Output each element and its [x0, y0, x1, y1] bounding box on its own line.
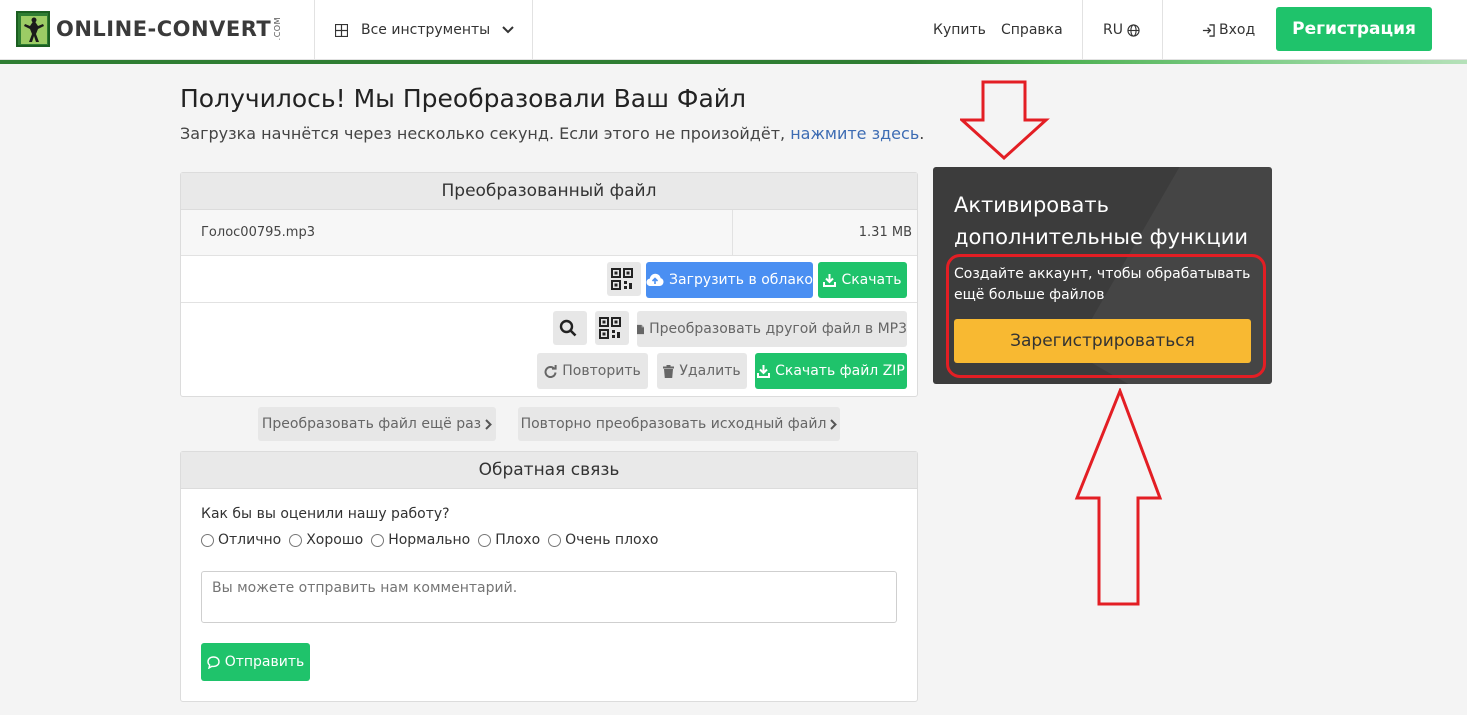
header-divider	[532, 0, 533, 60]
qr-code-icon	[610, 268, 633, 290]
header-divider	[314, 0, 315, 60]
rating-option-excellent[interactable]: Отлично	[201, 532, 281, 548]
rating-option-label: Нормально	[388, 532, 471, 548]
row-divider	[181, 302, 917, 303]
annotation-down-arrow-icon	[960, 80, 1050, 161]
redo-icon	[544, 364, 557, 378]
rating-option-label: Плохо	[495, 532, 541, 548]
converted-file-heading: Преобразованный файл	[181, 173, 917, 210]
nav-help-link[interactable]: Справка	[1001, 0, 1063, 60]
register-button[interactable]: Регистрация	[1276, 7, 1432, 51]
radio-button[interactable]	[548, 533, 562, 547]
send-feedback-label: Отправить	[224, 654, 305, 670]
header-divider	[1162, 0, 1163, 60]
page-title: Получилось! Мы Преобразовали Ваш Файл	[180, 84, 746, 113]
qr-code-icon	[598, 317, 621, 339]
manual-download-link[interactable]: нажмите здесь	[790, 124, 919, 143]
file-icon	[637, 324, 645, 334]
file-name: Голос00795.mp3	[201, 225, 315, 240]
trash-icon	[663, 364, 675, 378]
rating-option-very-bad[interactable]: Очень плохо	[548, 532, 658, 548]
feedback-heading: Обратная связь	[181, 452, 917, 489]
logo-mark-icon	[16, 11, 50, 47]
send-feedback-button[interactable]: Отправить	[201, 643, 310, 681]
convert-again-label: Преобразовать файл ещё раз	[261, 416, 482, 432]
reconvert-source-link[interactable]: Повторно преобразовать исходный файл	[518, 407, 840, 441]
rating-option-normal[interactable]: Нормально	[371, 532, 470, 548]
qr-code-button[interactable]	[607, 262, 641, 296]
header-accent-strip	[0, 60, 1467, 64]
all-tools-dropdown[interactable]: Все инструменты	[335, 0, 514, 60]
rating-option-label: Отлично	[218, 532, 282, 548]
delete-button[interactable]: Удалить	[657, 353, 747, 389]
file-row: Голос00795.mp3 1.31 MB	[181, 210, 917, 256]
download-button[interactable]: Скачать	[818, 262, 907, 298]
promo-register-button[interactable]: Зарегистрироваться	[954, 319, 1251, 363]
download-icon	[823, 274, 837, 287]
rating-option-bad[interactable]: Плохо	[478, 532, 540, 548]
retry-label: Повторить	[562, 363, 641, 379]
converted-file-panel: Преобразованный файл Голос00795.mp3 1.31…	[180, 172, 918, 397]
login-icon	[1202, 23, 1215, 37]
rating-option-label: Хорошо	[306, 532, 364, 548]
comment-icon	[207, 655, 220, 669]
comment-textarea[interactable]	[201, 571, 897, 623]
file-size: 1.31 MB	[858, 225, 912, 240]
feedback-panel: Обратная связь Как бы вы оценили нашу ра…	[180, 451, 918, 702]
reconvert-source-label: Повторно преобразовать исходный файл	[520, 416, 827, 432]
upload-to-cloud-button[interactable]: Загрузить в облако	[646, 262, 813, 298]
qr-code-button[interactable]	[595, 311, 629, 345]
grid-icon	[335, 23, 348, 37]
delete-label: Удалить	[679, 363, 741, 379]
site-logo[interactable]: ONLINE-CONVERT .COM	[16, 11, 282, 47]
retry-button[interactable]: Повторить	[537, 353, 648, 389]
annotation-up-arrow-icon	[1074, 388, 1163, 606]
promo-title: Активировать дополнительные функции	[954, 193, 1248, 249]
download-label: Скачать	[841, 272, 902, 288]
rating-option-label: Очень плохо	[565, 532, 659, 548]
column-divider	[732, 210, 733, 256]
header-divider	[1082, 0, 1083, 60]
rating-question: Как бы вы оценили нашу работу?	[201, 506, 450, 522]
download-notice-end: .	[919, 124, 925, 143]
login-link[interactable]: Вход	[1202, 0, 1255, 60]
all-tools-label: Все инструменты	[361, 22, 491, 38]
chevron-right-icon	[485, 418, 493, 430]
nav-buy-link[interactable]: Купить	[933, 0, 986, 60]
radio-button[interactable]	[289, 533, 303, 547]
convert-another-file-button[interactable]: Преобразовать другой файл в MP3	[637, 311, 907, 347]
language-label: RU	[1103, 22, 1123, 38]
convert-another-file-label: Преобразовать другой файл в MP3	[649, 321, 907, 337]
cloud-upload-icon	[646, 273, 664, 286]
logo-text: ONLINE-CONVERT	[56, 17, 272, 41]
radio-button[interactable]	[478, 533, 492, 547]
download-zip-button[interactable]: Скачать файл ZIP	[755, 353, 907, 389]
radio-button[interactable]	[371, 533, 385, 547]
globe-icon	[1127, 23, 1140, 37]
radio-button[interactable]	[201, 533, 214, 547]
download-notice: Загрузка начнётся через несколько секунд…	[180, 124, 924, 143]
preview-button[interactable]	[553, 311, 587, 345]
download-notice-text: Загрузка начнётся через несколько секунд…	[180, 124, 791, 143]
chevron-right-icon	[830, 418, 838, 430]
top-navbar: ONLINE-CONVERT .COM Все инструменты Купи…	[0, 0, 1467, 60]
login-label: Вход	[1219, 22, 1256, 38]
language-selector[interactable]: RU	[1103, 0, 1140, 60]
download-icon	[757, 365, 771, 378]
upload-to-cloud-label: Загрузить в облако	[669, 272, 813, 288]
search-icon	[559, 319, 576, 337]
chevron-down-icon	[502, 26, 514, 34]
download-zip-label: Скачать файл ZIP	[775, 363, 905, 379]
convert-again-link[interactable]: Преобразовать файл ещё раз	[258, 407, 496, 441]
rating-options: Отлично Хорошо Нормально Плохо Очень пло…	[201, 532, 666, 548]
logo-dotcom: .COM	[273, 17, 283, 41]
rating-option-good[interactable]: Хорошо	[289, 532, 363, 548]
